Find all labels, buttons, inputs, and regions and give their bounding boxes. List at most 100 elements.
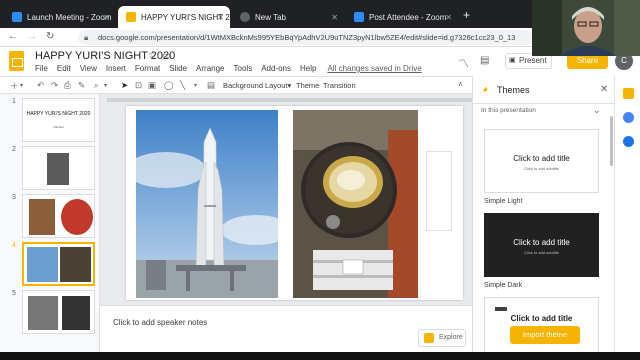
calendar-icon[interactable] [623, 136, 634, 147]
tasks-icon[interactable] [623, 112, 634, 123]
slide-thumbnail-2[interactable] [22, 146, 95, 190]
close-tab-icon[interactable]: ✕ [217, 13, 224, 22]
paint-format-icon[interactable]: ✎ [78, 80, 85, 91]
import-theme-button[interactable]: Import theme [510, 326, 580, 344]
theme-name: Simple Dark [484, 282, 523, 289]
forward-icon[interactable]: → [27, 31, 37, 42]
slide-thumbnail-3[interactable] [22, 194, 95, 238]
ruler [107, 98, 472, 102]
undo-icon[interactable]: ↶ [37, 80, 44, 91]
move-folder-icon[interactable]: ▭ [162, 50, 171, 61]
speaker-notes-placeholder: Click to add speaker notes [113, 318, 208, 327]
activity-trend-icon[interactable]: 〽 [458, 55, 469, 71]
chevron-down-icon[interactable]: ⌄ [593, 105, 601, 116]
menu-add-ons[interactable]: Add-ons [261, 64, 291, 73]
new-slide-dropdown-icon[interactable]: ▾ [20, 82, 23, 89]
menu-slide[interactable]: Slide [169, 64, 187, 73]
back-icon[interactable]: ← [8, 31, 18, 42]
close-tab-icon[interactable]: ✕ [331, 13, 338, 22]
save-status[interactable]: All changes saved in Drive [327, 64, 421, 73]
new-slide-icon[interactable]: ＋ [10, 80, 19, 92]
vostok-capsule-photo[interactable] [293, 110, 418, 298]
themes-header: ◕ Themes ✕ [473, 76, 614, 104]
thumbnail-photo [60, 247, 91, 282]
slides-logo-icon[interactable] [9, 51, 24, 71]
theme-button[interactable]: Theme [296, 81, 319, 90]
zoom-icon[interactable]: ⌕ [94, 80, 99, 91]
menu-help[interactable]: Help [300, 64, 316, 73]
menu-bar: File Edit View Insert Format Slide Arran… [35, 64, 422, 73]
line-dropdown-icon[interactable]: ▾ [194, 82, 197, 89]
current-slide[interactable] [126, 106, 463, 300]
themes-panel: ◕ Themes ✕ In this presentation ⌄ Click … [472, 76, 614, 352]
text-box-icon[interactable]: ⊡ [135, 80, 142, 91]
background-button[interactable]: Background [223, 81, 263, 90]
slide-number: 5 [12, 290, 16, 297]
select-tool-icon[interactable]: ➤ [121, 80, 128, 91]
menu-view[interactable]: View [80, 64, 97, 73]
slide-thumbnail-4[interactable] [22, 242, 95, 286]
theme-name: Simple Light [484, 198, 523, 205]
tab-new-tab[interactable]: New Tab ✕ [232, 6, 344, 28]
thumbnail-photo [27, 247, 58, 282]
chrome-favicon-icon [240, 12, 250, 22]
menu-insert[interactable]: Insert [106, 64, 126, 73]
reload-icon[interactable]: ↻ [46, 31, 54, 42]
tab-label: Launch Meeting - Zoom [27, 12, 112, 22]
close-tab-icon[interactable]: ✕ [445, 13, 452, 22]
rocket-photo[interactable] [136, 110, 278, 298]
card-title: Click to add title [510, 314, 573, 323]
explore-button[interactable]: Explore [418, 329, 466, 347]
thumbnail-photo [61, 199, 93, 235]
theme-card-simple-light[interactable]: Click to add title Click to add subtitle [484, 129, 599, 193]
menu-format[interactable]: Format [135, 64, 160, 73]
transition-button[interactable]: Transition [323, 81, 356, 90]
themes-section-label: In this presentation [481, 107, 536, 114]
line-icon[interactable]: ╲ [180, 80, 185, 91]
redo-icon[interactable]: ↷ [51, 80, 58, 91]
scrollbar[interactable] [610, 116, 613, 166]
menu-tools[interactable]: Tools [234, 64, 253, 73]
url-field[interactable]: 🔒︎ docs.google.com/presentation/d/1WtMXB… [78, 30, 533, 45]
star-icon[interactable]: ☆ [148, 50, 157, 61]
lock-icon: 🔒︎ [84, 33, 89, 42]
zoom-dropdown-icon[interactable]: ▾ [104, 82, 107, 89]
tab-launch-meeting[interactable]: Launch Meeting - Zoom ✕ [4, 6, 116, 28]
zoom-favicon-icon [12, 12, 22, 22]
slide-number: 3 [12, 194, 16, 201]
tab-label: New Tab [255, 12, 286, 22]
zoom-favicon-icon [354, 12, 364, 22]
menu-file[interactable]: File [35, 64, 48, 73]
keep-icon[interactable] [623, 88, 634, 99]
tab-post-attendee[interactable]: Post Attendee - Zoom ✕ [346, 6, 458, 28]
empty-placeholder[interactable] [426, 151, 452, 231]
menu-arrange[interactable]: Arrange [196, 64, 224, 73]
comment-icon[interactable]: ▤ [480, 55, 489, 66]
menu-edit[interactable]: Edit [57, 64, 71, 73]
thumbnail-photo [28, 296, 58, 330]
collapse-toolbar-icon[interactable]: ∧ [458, 80, 463, 88]
speaker-notes[interactable]: Click to add speaker notes [100, 305, 472, 352]
close-tab-icon[interactable]: ✕ [103, 13, 110, 22]
presenter-video [532, 0, 640, 56]
thumbnail-subtitle: Michael [53, 125, 64, 129]
slide-filmstrip: 1 HAPPY YURI'S NIGHT 2020 Michael 2 3 4 … [0, 94, 100, 352]
close-icon[interactable]: ✕ [600, 84, 608, 95]
theme-card-simple-dark[interactable]: Click to add title Click to add subtitle [484, 213, 599, 277]
slide-thumbnail-1[interactable]: HAPPY YURI'S NIGHT 2020 Michael [22, 98, 95, 142]
new-tab-button[interactable]: + [463, 8, 470, 22]
print-icon[interactable]: ⎙ [64, 80, 71, 91]
card-subtitle: Click to add subtitle [524, 166, 559, 171]
insert-comment-icon[interactable]: ▤ [207, 80, 215, 91]
tab-happy-yuris-night[interactable]: HAPPY YURI'S NIGHT 2020 - Goo ✕ [118, 6, 230, 28]
layout-button[interactable]: Layout▾ [265, 81, 291, 90]
card-accent [495, 307, 507, 311]
os-taskbar [0, 352, 640, 360]
slide-thumbnail-5[interactable] [22, 290, 95, 334]
shape-icon[interactable]: ◯ [164, 80, 174, 91]
image-icon[interactable]: ▣ [148, 80, 156, 91]
thumbnail-photo [62, 296, 90, 330]
card-subtitle: Click to add subtitle [524, 250, 559, 255]
explore-label: Explore [439, 334, 463, 341]
thumbnail-photo [29, 199, 55, 235]
